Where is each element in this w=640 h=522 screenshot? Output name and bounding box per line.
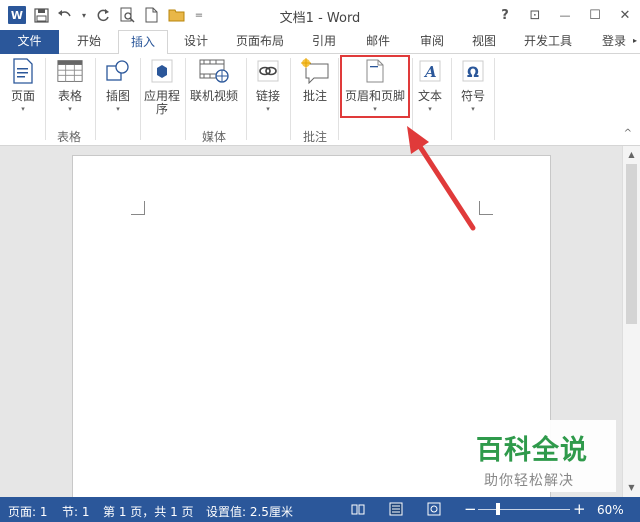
header-footer-highlight-box — [340, 55, 410, 118]
text-box-icon: A — [417, 58, 443, 84]
apps-button[interactable]: 应用程序 — [143, 58, 181, 116]
group-label-tables: 表格 — [57, 130, 82, 144]
zoom-level[interactable]: 60% — [597, 503, 624, 517]
zoom-in-icon[interactable]: + — [573, 500, 586, 518]
status-setting-value[interactable]: 设置值: 2.5厘米 — [206, 503, 293, 520]
separator — [338, 58, 339, 140]
illustrations-label: 插图 — [105, 89, 130, 103]
scroll-down-icon[interactable]: ▼ — [623, 481, 640, 495]
online-video-icon — [197, 58, 231, 84]
web-layout-icon[interactable] — [427, 502, 441, 516]
tabs-scroll-right-icon[interactable]: ▸ — [630, 30, 640, 54]
watermark-subtitle: 助你轻松解决 — [484, 473, 574, 489]
chevron-down-icon: ▾ — [21, 105, 25, 113]
tab-review[interactable]: 审阅 — [410, 30, 454, 54]
scrollbar-thumb[interactable] — [626, 164, 637, 324]
status-page[interactable]: 页面: 1 — [8, 503, 48, 520]
tab-file[interactable]: 文件 — [0, 30, 59, 54]
zoom-slider-thumb[interactable] — [496, 503, 500, 515]
status-page-count[interactable]: 第 1 页，共 1 页 — [103, 503, 194, 520]
minimize-button[interactable]: — — [550, 0, 580, 30]
table-label: 表格 — [57, 89, 82, 103]
tab-developer[interactable]: 开发工具 — [516, 30, 580, 54]
separator — [95, 58, 96, 140]
annotation-arrow-icon — [407, 126, 476, 231]
svg-text:A: A — [423, 63, 437, 81]
tab-sign-in[interactable]: 登录 — [596, 30, 632, 54]
watermark-logo: 百科全说 助你轻松解决 — [470, 420, 616, 492]
separator — [185, 58, 186, 140]
ribbon-display-options-button[interactable]: ⊡ — [520, 0, 550, 30]
separator — [45, 58, 46, 140]
window-controls: ? ⊡ — ☐ ✕ — [490, 0, 640, 30]
illustrations-button[interactable]: 插图 ▾ — [100, 58, 136, 113]
ribbon-insert: 页面 ▾ 表格 ▾ 表格 插图 ▾ 应用程序 联机视频 媒体 链接 ▾ 批注 批… — [0, 54, 640, 146]
new-comment-icon — [299, 58, 331, 84]
shapes-icon — [105, 58, 131, 84]
zoom-slider[interactable] — [478, 509, 570, 510]
chevron-down-icon: ▾ — [266, 105, 270, 113]
tab-references[interactable]: 引用 — [302, 30, 346, 54]
chevron-down-icon: ▾ — [68, 105, 72, 113]
group-label-comments: 批注 — [303, 130, 328, 144]
table-button[interactable]: 表格 ▾ — [52, 58, 88, 113]
text-button[interactable]: A 文本 ▾ — [414, 58, 446, 113]
collapse-ribbon-icon[interactable]: ^ — [624, 128, 632, 139]
help-button[interactable]: ? — [490, 0, 520, 30]
close-button[interactable]: ✕ — [610, 0, 640, 30]
scroll-up-icon[interactable]: ▲ — [623, 148, 640, 162]
tab-home[interactable]: 开始 — [64, 30, 114, 54]
text-label: 文本 — [417, 89, 442, 103]
comment-label: 批注 — [302, 89, 327, 103]
separator — [494, 58, 495, 140]
tab-view[interactable]: 视图 — [462, 30, 506, 54]
read-mode-icon[interactable] — [351, 502, 365, 516]
group-label-media: 媒体 — [202, 130, 227, 144]
tab-mailings[interactable]: 邮件 — [356, 30, 400, 54]
symbols-button[interactable]: Ω 符号 ▾ — [457, 58, 489, 113]
title-bar: W ▾ = 文档1 - Word ? ⊡ — ☐ ✕ — [0, 0, 640, 30]
ribbon-tabs: 文件 开始 插入 设计 页面布局 引用 邮件 审阅 视图 开发工具 登录 ▸ — [0, 30, 640, 55]
apps-label: 应用程序 — [143, 89, 180, 116]
chevron-down-icon: ▾ — [116, 105, 120, 113]
vertical-scrollbar[interactable]: ▲ ▼ — [622, 146, 640, 497]
chevron-down-icon: ▾ — [471, 105, 475, 113]
table-icon — [57, 58, 83, 84]
watermark-title: 百科全说 — [476, 435, 588, 466]
separator — [140, 58, 141, 140]
symbols-label: 符号 — [460, 89, 485, 103]
zoom-out-icon[interactable]: − — [464, 500, 477, 518]
tab-design[interactable]: 设计 — [172, 30, 220, 54]
chevron-down-icon: ▾ — [428, 105, 432, 113]
online-video-label: 联机视频 — [189, 89, 238, 103]
online-video-button[interactable]: 联机视频 — [189, 58, 239, 103]
svg-text:Ω: Ω — [467, 65, 479, 81]
links-button[interactable]: 链接 ▾ — [252, 58, 284, 113]
maximize-button[interactable]: ☐ — [580, 0, 610, 30]
omega-icon: Ω — [460, 58, 486, 84]
separator — [246, 58, 247, 140]
pages-button[interactable]: 页面 ▾ — [6, 58, 40, 113]
comment-button[interactable]: 批注 — [297, 58, 333, 103]
print-layout-icon[interactable] — [389, 502, 403, 516]
tab-insert[interactable]: 插入 — [118, 30, 168, 55]
status-section[interactable]: 节: 1 — [62, 503, 90, 520]
pages-label: 页面 — [10, 89, 35, 103]
link-icon — [255, 58, 281, 84]
status-bar: 页面: 1 节: 1 第 1 页，共 1 页 设置值: 2.5厘米 − + 60… — [0, 497, 640, 522]
margin-corner-top-left — [131, 201, 145, 215]
separator — [290, 58, 291, 140]
store-icon — [149, 58, 175, 84]
links-label: 链接 — [255, 89, 280, 103]
pages-icon — [10, 58, 36, 84]
tab-layout[interactable]: 页面布局 — [228, 30, 292, 54]
